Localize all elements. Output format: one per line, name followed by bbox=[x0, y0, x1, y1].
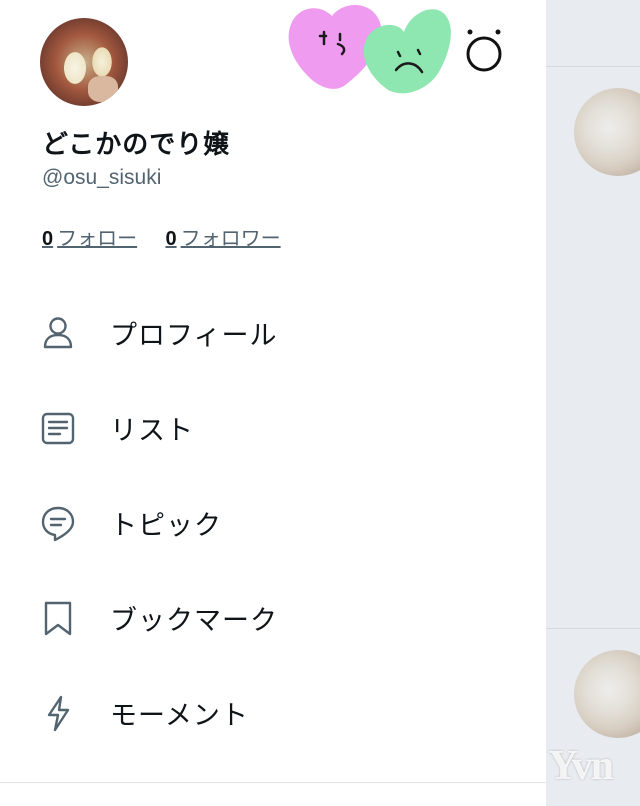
timeline-backdrop[interactable] bbox=[546, 0, 640, 806]
menu-item-label: プロフィール bbox=[110, 320, 278, 351]
timeline-avatar bbox=[574, 650, 640, 738]
menu-item-bookmarks[interactable]: ブックマーク bbox=[0, 570, 546, 665]
menu-item-label: ブックマーク bbox=[110, 605, 278, 636]
divider bbox=[546, 66, 640, 67]
sticker-decorations bbox=[288, 5, 502, 94]
display-name[interactable]: どこかのでり嬢 bbox=[42, 124, 230, 161]
side-drawer: どこかのでり嬢 @osu_sisuki 0 フォロー 0 フォロワー プロフィール … bbox=[0, 0, 546, 806]
avatar[interactable] bbox=[40, 18, 128, 106]
divider bbox=[0, 782, 546, 783]
following-count: 0 bbox=[42, 228, 54, 250]
user-handle: @osu_sisuki bbox=[42, 166, 162, 189]
timeline-avatar bbox=[574, 88, 640, 176]
menu-item-label: リスト bbox=[110, 415, 194, 446]
followers-link[interactable]: 0 フォロワー bbox=[165, 222, 280, 251]
following-label: フォロー bbox=[57, 226, 138, 250]
following-link[interactable]: 0 フォロー bbox=[42, 222, 137, 251]
lightning-icon bbox=[47, 695, 70, 731]
menu-item-topics[interactable]: トピック bbox=[0, 475, 546, 570]
menu-item-label: トピック bbox=[110, 510, 222, 541]
followers-label: フォロワー bbox=[180, 226, 281, 250]
watermark-logo: Yvn bbox=[548, 743, 614, 789]
person-icon bbox=[43, 316, 73, 348]
topic-bubble-icon bbox=[41, 506, 75, 541]
bookmark-icon bbox=[44, 601, 72, 635]
follow-stats: 0 フォロー 0 フォロワー bbox=[42, 222, 303, 251]
divider bbox=[546, 628, 640, 629]
face-doodle-sticker bbox=[466, 29, 502, 72]
avatar-hand bbox=[88, 76, 118, 102]
menu-item-moments[interactable]: モーメント bbox=[0, 665, 546, 760]
menu-item-lists[interactable]: リスト bbox=[0, 380, 546, 475]
followers-count: 0 bbox=[165, 228, 177, 250]
drawer-menu: プロフィール リスト トピック ブックマーク モーメント bbox=[0, 285, 546, 760]
menu-item-label: モーメント bbox=[110, 700, 249, 731]
list-icon bbox=[41, 412, 75, 444]
menu-item-profile[interactable]: プロフィール bbox=[0, 285, 546, 380]
